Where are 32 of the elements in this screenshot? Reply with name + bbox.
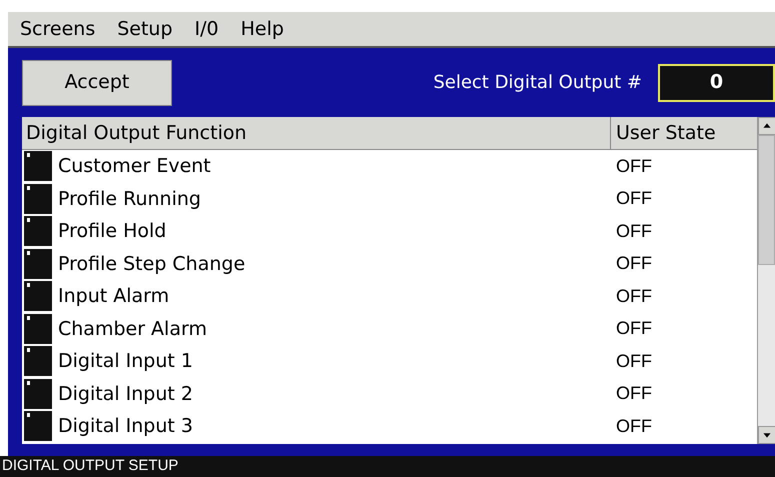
status-bar: DIGITAL OUTPUT SETUP [0,456,775,477]
function-cell-text: Digital Input 3 [58,414,194,439]
state-cell-text: OFF [615,317,653,340]
state-cell-text: OFF [615,382,653,406]
scroll-down-icon[interactable] [758,426,775,444]
scroll-thumb[interactable] [758,135,775,265]
menu-item[interactable]: Help [240,14,284,44]
state-cell-text: OFF [615,284,653,308]
function-cell-text: Profile Hold [58,219,168,244]
state-cell-text: OFF [615,154,653,178]
function-cell-text: Chamber Alarm [58,316,208,342]
column-header: Digital Output Function [22,117,611,149]
function-cell-text: Digital Input 1 [58,349,194,374]
menu-item[interactable]: Screens [20,14,96,44]
menu-item[interactable]: Setup [117,14,173,44]
function-cell-text: Customer Event [58,154,212,179]
function-cell-text: Input Alarm [58,284,170,309]
scroll-up-icon[interactable] [758,117,775,135]
state-cell-text: OFF [615,414,653,438]
column-header: User State [615,120,717,146]
output-number-field[interactable]: 0 [658,64,775,102]
function-cell-text: Profile Step Change [58,252,246,276]
select-label: Select Digital Output # [433,71,642,95]
scrollbar[interactable] [757,117,775,444]
state-cell-text: OFF [615,252,653,276]
function-cell-text: Digital Input 2 [58,382,194,406]
menu-item[interactable]: I/0 [194,14,219,44]
state-cell-text: OFF [615,350,653,373]
accept-button[interactable]: Accept [22,60,172,106]
function-cell-text: Profile Running [58,186,202,212]
state-cell-text: OFF [615,187,653,210]
state-cell-text: OFF [615,220,653,243]
